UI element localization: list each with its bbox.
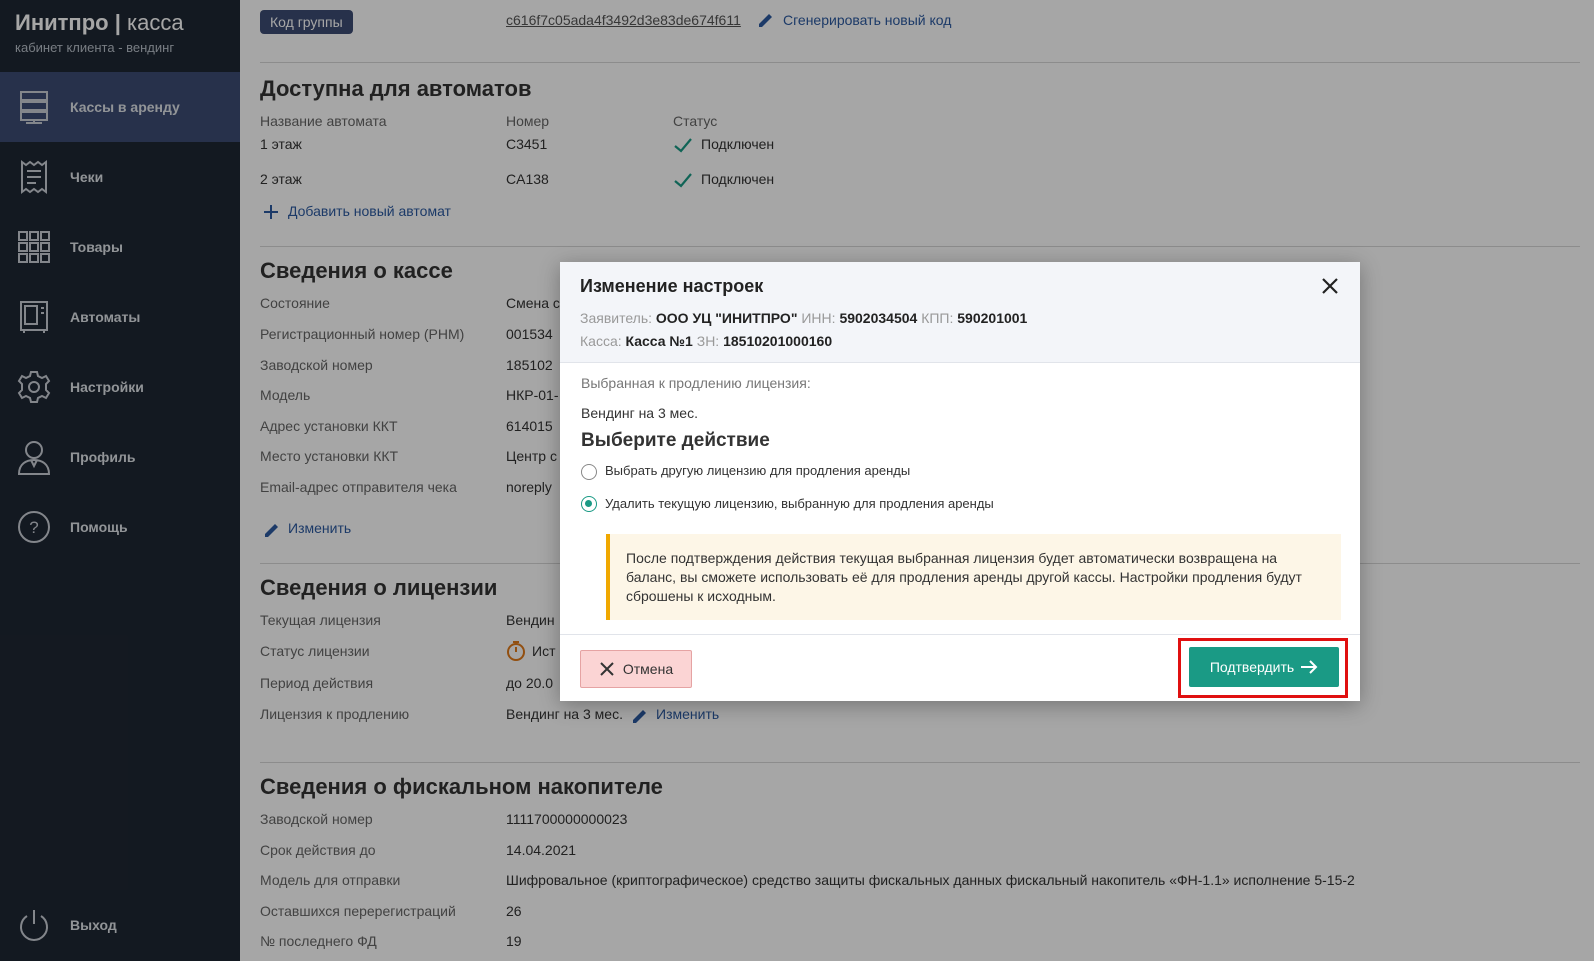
zn-value: 18510201000160 (723, 333, 833, 349)
kpp-value: 590201001 (957, 310, 1028, 326)
cancel-button[interactable]: Отмена (580, 650, 692, 688)
arrow-right-icon (1300, 659, 1318, 675)
applicant-info: Заявитель: ООО УЦ "ИНИТПРО" ИНН: 5902034… (580, 310, 1028, 326)
kassa-name: Касса №1 (625, 333, 693, 349)
selected-license-label: Выбранная к продлению лицензия: (581, 375, 811, 391)
close-icon (599, 661, 615, 677)
cancel-label: Отмена (622, 661, 674, 677)
settings-modal: Изменение настроек Заявитель: ООО УЦ "ИН… (560, 262, 1360, 701)
selected-license-value: Вендинг на 3 мес. (581, 405, 698, 421)
modal-footer-divider (560, 634, 1360, 635)
kassa-info: Касса: Касса №1 ЗН: 18510201000160 (580, 333, 833, 349)
modal-header: Изменение настроек Заявитель: ООО УЦ "ИН… (560, 262, 1360, 363)
applicant-name: ООО УЦ "ИНИТПРО" (655, 310, 798, 326)
close-icon[interactable] (1318, 274, 1342, 298)
inn-value: 5902034504 (839, 310, 918, 326)
radio-choose-other[interactable] (581, 464, 597, 480)
action-title: Выберите действие (581, 430, 770, 451)
radio-delete-current[interactable] (581, 496, 597, 512)
modal-title: Изменение настроек (580, 276, 764, 296)
warning-box: После подтверждения действия текущая выб… (606, 534, 1341, 620)
radio-label[interactable]: Выбрать другую лицензию для продления ар… (605, 463, 910, 478)
confirm-button[interactable]: Подтвердить (1189, 647, 1339, 687)
radio-label[interactable]: Удалить текущую лицензию, выбранную для … (605, 496, 994, 511)
confirm-label: Подтвердить (1209, 659, 1295, 675)
